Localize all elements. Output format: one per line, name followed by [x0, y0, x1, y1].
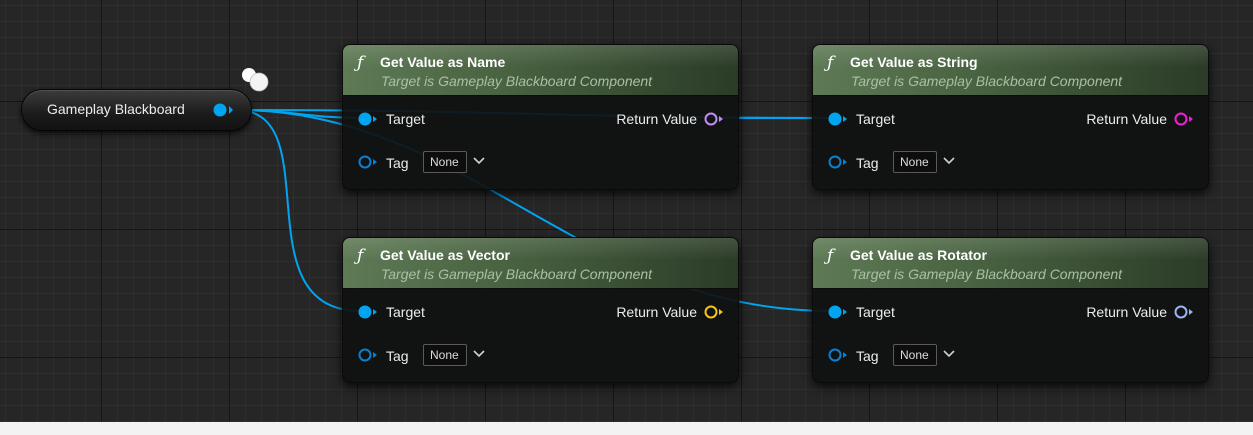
return-value-label: Return Value	[1086, 111, 1167, 127]
tag-dropdown[interactable]: None	[893, 151, 937, 173]
get-value-as-rotator-node[interactable]: ƒ Get Value as Rotator Target is Gamepla…	[812, 237, 1209, 383]
canvas-bottom-edge	[0, 422, 1253, 435]
target-label: Target	[386, 111, 425, 127]
tag-label: Tag	[856, 348, 879, 364]
target-input-pin[interactable]	[827, 111, 849, 127]
variable-output-pin[interactable]	[212, 102, 236, 118]
get-value-as-name-node[interactable]: ƒ Get Value as Name Target is Gameplay B…	[342, 44, 739, 190]
tag-dropdown[interactable]: None	[423, 151, 467, 173]
node-title: Get Value as Rotator	[850, 247, 987, 263]
tag-label: Tag	[386, 348, 409, 364]
chevron-down-icon[interactable]	[942, 349, 956, 359]
node-title: Get Value as Vector	[380, 247, 510, 263]
comment-bubble-icon[interactable]	[240, 66, 272, 94]
node-header: ƒ Get Value as Name Target is Gameplay B…	[343, 45, 738, 96]
get-value-as-vector-node[interactable]: ƒ Get Value as Vector Target is Gameplay…	[342, 237, 739, 383]
return-value-pin[interactable]	[703, 111, 725, 127]
function-icon: ƒ	[827, 246, 834, 266]
function-icon: ƒ	[357, 246, 364, 266]
target-label: Target	[856, 111, 895, 127]
node-subtitle: Target is Gameplay Blackboard Component	[851, 73, 1123, 89]
node-subtitle: Target is Gameplay Blackboard Component	[851, 266, 1123, 282]
function-icon: ƒ	[357, 53, 364, 73]
return-value-pin[interactable]	[1173, 111, 1195, 127]
target-input-pin[interactable]	[357, 111, 379, 127]
node-title: Get Value as String	[850, 54, 978, 70]
chevron-down-icon[interactable]	[472, 349, 486, 359]
tag-label: Tag	[856, 155, 879, 171]
return-value-label: Return Value	[616, 304, 697, 320]
node-header: ƒ Get Value as Rotator Target is Gamepla…	[813, 238, 1208, 289]
chevron-down-icon[interactable]	[472, 156, 486, 166]
blueprint-graph-canvas[interactable]: Gameplay Blackboard ƒ Get Value as Name …	[0, 0, 1253, 435]
tag-dropdown[interactable]: None	[893, 344, 937, 366]
tag-input-pin[interactable]	[827, 347, 849, 363]
tag-label: Tag	[386, 155, 409, 171]
node-header: ƒ Get Value as Vector Target is Gameplay…	[343, 238, 738, 289]
target-input-pin[interactable]	[357, 304, 379, 320]
target-label: Target	[386, 304, 425, 320]
tag-input-pin[interactable]	[357, 347, 379, 363]
return-value-pin[interactable]	[703, 304, 725, 320]
target-input-pin[interactable]	[827, 304, 849, 320]
tag-input-pin[interactable]	[357, 154, 379, 170]
function-icon: ƒ	[827, 53, 834, 73]
tag-input-pin[interactable]	[827, 154, 849, 170]
return-value-pin[interactable]	[1173, 304, 1195, 320]
node-subtitle: Target is Gameplay Blackboard Component	[381, 266, 653, 282]
get-value-as-string-node[interactable]: ƒ Get Value as String Target is Gameplay…	[812, 44, 1209, 190]
tag-dropdown[interactable]: None	[423, 344, 467, 366]
return-value-label: Return Value	[616, 111, 697, 127]
node-subtitle: Target is Gameplay Blackboard Component	[381, 73, 653, 89]
gameplay-blackboard-variable-node[interactable]: Gameplay Blackboard	[21, 89, 252, 131]
variable-label: Gameplay Blackboard	[47, 101, 185, 117]
return-value-label: Return Value	[1086, 304, 1167, 320]
target-label: Target	[856, 304, 895, 320]
node-title: Get Value as Name	[380, 54, 506, 70]
chevron-down-icon[interactable]	[942, 156, 956, 166]
node-header: ƒ Get Value as String Target is Gameplay…	[813, 45, 1208, 96]
